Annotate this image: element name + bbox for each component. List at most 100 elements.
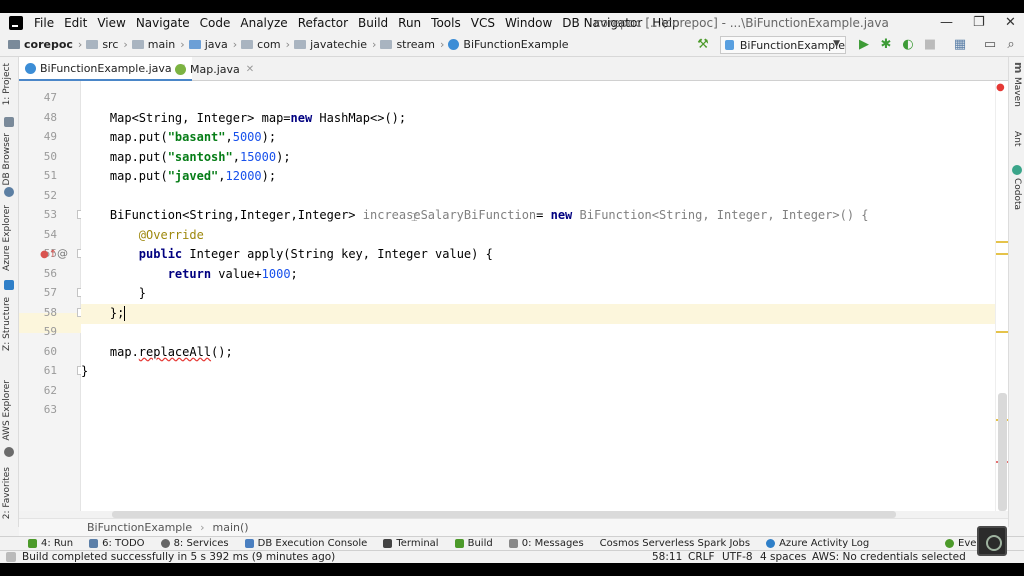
warning-mark[interactable] bbox=[996, 253, 1008, 255]
keyword: new bbox=[550, 208, 573, 222]
line-number: 48 bbox=[43, 111, 57, 124]
editor-tab-bar: BiFunctionExample.java ✕ Map.java ✕ bbox=[19, 57, 1008, 81]
annotation-at-icon[interactable]: @ bbox=[57, 247, 68, 260]
tool-azure-activity-log[interactable]: Azure Activity Log bbox=[766, 538, 869, 549]
breadcrumb-stream[interactable]: stream › bbox=[380, 38, 444, 51]
project-structure-icon[interactable]: ▦ bbox=[953, 38, 967, 52]
tool-label: Terminal bbox=[396, 538, 439, 549]
menu-analyze[interactable]: Analyze bbox=[235, 16, 292, 30]
indent-setting[interactable]: 4 spaces bbox=[760, 551, 806, 563]
annotation: @Override bbox=[138, 228, 204, 242]
tab-map[interactable]: Map.java ✕ bbox=[169, 57, 260, 81]
breadcrumb-javatechie[interactable]: javatechie › bbox=[294, 38, 376, 51]
todo-icon bbox=[89, 539, 99, 548]
close-button[interactable]: ✕ bbox=[1005, 15, 1016, 30]
code-line-50: map.put("santosh",15000); bbox=[81, 148, 995, 168]
tool-services[interactable]: 8: Services bbox=[160, 538, 229, 549]
code-line-56: return value+1000; bbox=[81, 265, 995, 285]
file-encoding[interactable]: UTF-8 bbox=[722, 551, 753, 563]
db-browser-icon bbox=[4, 187, 14, 197]
tool-label: DB Execution Console bbox=[257, 538, 368, 549]
menu-run[interactable]: Run bbox=[393, 16, 426, 30]
status-toggle-icon[interactable] bbox=[6, 552, 16, 562]
code-text: Integer apply(String key, Integer value)… bbox=[182, 247, 493, 261]
breadcrumb-com[interactable]: com › bbox=[241, 38, 290, 51]
override-marker-icon[interactable]: ●↑ bbox=[40, 249, 57, 260]
interface-icon bbox=[175, 63, 186, 75]
vertical-scrollbar[interactable] bbox=[998, 393, 1007, 511]
breadcrumb-java[interactable]: java › bbox=[188, 38, 237, 51]
aws-credentials[interactable]: AWS: No credentials selected bbox=[812, 551, 966, 563]
caret-position[interactable]: 58:11 bbox=[652, 551, 682, 563]
coverage-icon[interactable]: ◐ bbox=[901, 38, 915, 52]
tool-label: 4: Run bbox=[41, 538, 74, 549]
terminal-window-icon[interactable]: ▭ bbox=[983, 38, 997, 52]
line-number: 62 bbox=[43, 384, 57, 397]
breadcrumb-main[interactable]: main › bbox=[131, 38, 185, 51]
tool-db-execution-console[interactable]: DB Execution Console bbox=[244, 538, 368, 549]
build-hammer-icon[interactable]: ⚒ bbox=[696, 38, 710, 52]
tab-bifunctionexample[interactable]: BiFunctionExample.java ✕ bbox=[19, 57, 193, 81]
tool-cosmos-spark-jobs[interactable]: Cosmos Serverless Spark Jobs bbox=[600, 538, 750, 549]
status-message[interactable]: Build completed successfully in 5 s 392 … bbox=[22, 551, 335, 563]
tool-terminal[interactable]: Terminal bbox=[383, 538, 439, 549]
horizontal-scrollbar[interactable] bbox=[112, 511, 896, 518]
tool-aws-explorer[interactable]: AWS Explorer bbox=[2, 380, 12, 441]
menu-window[interactable]: Window bbox=[500, 16, 557, 30]
tool-maven[interactable]: Maven bbox=[1012, 77, 1022, 107]
tool-label: 6: TODO bbox=[102, 538, 145, 549]
ide-window: File Edit View Navigate Code Analyze Ref… bbox=[0, 13, 1024, 563]
tool-codota[interactable]: Codota bbox=[1012, 178, 1022, 210]
maximize-button[interactable]: ❐ bbox=[973, 15, 985, 30]
breadcrumb-corepoc[interactable]: corepoc › bbox=[8, 38, 82, 51]
menu-view[interactable]: View bbox=[92, 16, 130, 30]
menu-refactor[interactable]: Refactor bbox=[293, 16, 353, 30]
breadcrumb-label: java bbox=[204, 38, 228, 51]
debug-icon[interactable]: ✱ bbox=[879, 38, 893, 52]
menu-tools[interactable]: Tools bbox=[426, 16, 466, 30]
breadcrumb-method-item[interactable]: main() bbox=[213, 521, 249, 534]
line-number: 53 bbox=[43, 208, 57, 221]
code-text: , bbox=[232, 150, 240, 164]
menu-navigate[interactable]: Navigate bbox=[131, 16, 195, 30]
code-editor[interactable]: Map<String, Integer> map=new HashMap<>()… bbox=[81, 81, 995, 511]
presenter-avatar bbox=[977, 526, 1007, 556]
menu-file[interactable]: File bbox=[29, 16, 59, 30]
code-text: (); bbox=[211, 345, 233, 359]
warning-mark[interactable] bbox=[996, 331, 1008, 333]
tool-ant[interactable]: Ant bbox=[1012, 131, 1022, 146]
tool-project[interactable]: 1: Project bbox=[2, 63, 12, 105]
tool-messages[interactable]: 0: Messages bbox=[508, 538, 584, 549]
menu-edit[interactable]: Edit bbox=[59, 16, 92, 30]
run-configuration-select[interactable]: BiFunctionExample ▼ bbox=[720, 36, 846, 54]
tool-structure[interactable]: Z: Structure bbox=[2, 297, 12, 351]
messages-icon bbox=[508, 539, 518, 548]
line-number: 60 bbox=[43, 345, 57, 358]
breadcrumb-src[interactable]: src › bbox=[86, 38, 128, 51]
line-separator[interactable]: CRLF bbox=[688, 551, 715, 563]
event-log-icon bbox=[945, 539, 954, 548]
stop-icon[interactable]: ■ bbox=[923, 38, 937, 52]
menu-code[interactable]: Code bbox=[195, 16, 236, 30]
search-icon[interactable]: ⌕ bbox=[1004, 38, 1018, 52]
tool-todo[interactable]: 6: TODO bbox=[89, 538, 145, 549]
tool-favorites[interactable]: 2: Favorites bbox=[2, 467, 12, 519]
code-text: , bbox=[218, 169, 226, 183]
tool-run[interactable]: 4: Run bbox=[28, 538, 73, 549]
close-tab-icon[interactable]: ✕ bbox=[246, 64, 254, 75]
error-indicator-icon[interactable]: ● bbox=[996, 82, 1005, 93]
minimize-button[interactable]: — bbox=[940, 15, 953, 30]
breadcrumb-class-item[interactable]: BiFunctionExample bbox=[87, 521, 192, 534]
breadcrumb-class[interactable]: BiFunctionExample bbox=[448, 38, 569, 51]
left-tool-strip: 1: Project DB Browser Azure Explorer Z: … bbox=[0, 57, 19, 527]
warning-mark[interactable] bbox=[996, 241, 1008, 243]
tool-azure-explorer[interactable]: Azure Explorer bbox=[2, 205, 12, 271]
tool-build[interactable]: Build bbox=[454, 538, 493, 549]
run-icon[interactable]: ▶ bbox=[857, 38, 871, 52]
java-class-icon bbox=[25, 62, 36, 74]
text-caret bbox=[124, 306, 126, 321]
tool-db-browser[interactable]: DB Browser bbox=[2, 133, 12, 185]
menu-build[interactable]: Build bbox=[353, 16, 393, 30]
menu-vcs[interactable]: VCS bbox=[466, 16, 500, 30]
